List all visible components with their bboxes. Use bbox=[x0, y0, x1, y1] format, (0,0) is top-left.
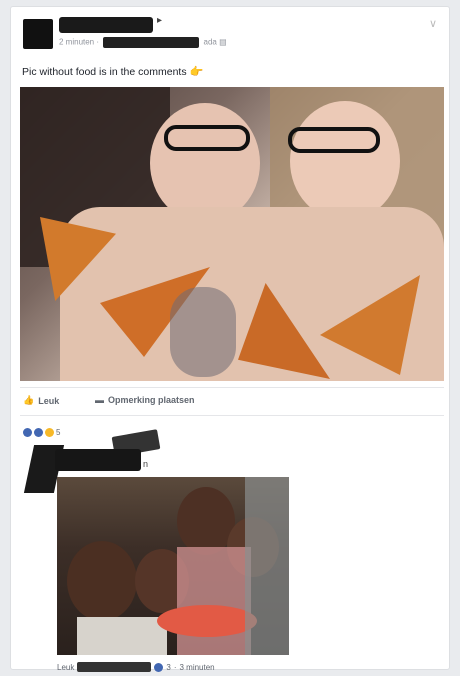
comment-photo-cloth-2 bbox=[77, 617, 167, 655]
post-caption: Pic without food is in the comments bbox=[22, 66, 187, 78]
post-options-chevron-icon[interactable]: ∨ bbox=[429, 17, 437, 30]
reactions-summary[interactable]: 5 bbox=[23, 428, 60, 437]
audience-icon: ▤ bbox=[219, 37, 227, 47]
photo-glasses-right bbox=[288, 127, 380, 153]
like-reaction-icon-2 bbox=[34, 428, 43, 437]
photo-glasses-left bbox=[164, 125, 250, 151]
comment-photo[interactable] bbox=[57, 477, 289, 655]
reaction-count: 5 bbox=[56, 428, 61, 437]
comment-timestamp[interactable]: 3 minuten bbox=[179, 663, 214, 672]
comment-like-link[interactable]: Leuk bbox=[57, 663, 74, 672]
author-name-redacted[interactable] bbox=[59, 17, 153, 33]
commenter-name-tail: n bbox=[143, 459, 149, 469]
action-divider-top bbox=[20, 387, 444, 388]
location-redacted bbox=[103, 37, 200, 48]
commenter-name-redacted[interactable] bbox=[55, 449, 141, 471]
comment-like-reaction-icon bbox=[154, 662, 164, 672]
haha-reaction-icon bbox=[45, 428, 54, 437]
comment-reaction-count: 3 bbox=[166, 662, 171, 672]
author-name-tail: ▸ bbox=[157, 15, 163, 26]
photo-face-left bbox=[150, 103, 260, 223]
post-timestamp[interactable]: 2 minuten bbox=[59, 38, 94, 47]
pointing-hand-icon: 👉 bbox=[189, 66, 204, 78]
comment-label: Opmerking plaatsen bbox=[108, 395, 195, 405]
comment-button[interactable]: ▬ Opmerking plaatsen bbox=[95, 395, 195, 405]
comment-reply-redacted bbox=[77, 662, 152, 672]
comment-photo-plate bbox=[157, 605, 257, 637]
post-text: Pic without food is in the comments 👉 bbox=[22, 65, 203, 78]
comment-photo-bg-person bbox=[245, 477, 289, 655]
post-meta: 2 minuten · ada ▤ bbox=[59, 37, 227, 48]
like-reaction-icon bbox=[23, 428, 32, 437]
comment-photo-child-1 bbox=[67, 541, 137, 621]
thumbs-up-icon: 👍 bbox=[23, 395, 35, 405]
photo-tattoo bbox=[170, 287, 236, 377]
comment-photo-cloth bbox=[177, 547, 251, 655]
post-photo[interactable] bbox=[20, 87, 444, 381]
comment-bubble-icon: ▬ bbox=[95, 395, 104, 405]
like-button[interactable]: 👍 Leuk bbox=[23, 395, 59, 406]
like-label: Leuk bbox=[38, 395, 60, 406]
photo-face-right bbox=[290, 101, 400, 221]
author-avatar-redacted[interactable] bbox=[23, 19, 53, 49]
action-divider-bottom bbox=[20, 415, 444, 416]
comment-meta: Leuk 3 · 3 minuten bbox=[57, 662, 215, 672]
post-card: ▸ 2 minuten · ada ▤ ∨ Pic without food i… bbox=[10, 6, 450, 672]
post-meta-tail: ada bbox=[203, 37, 217, 47]
